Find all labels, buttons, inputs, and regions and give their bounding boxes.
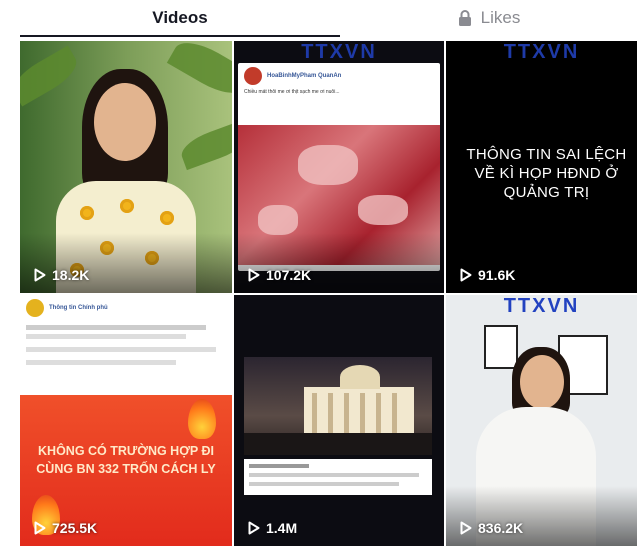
video-thumbnail-2[interactable]: TTXVN HoaBinhMyPham QuanAn Chiều mát thô… xyxy=(234,41,444,293)
avatar xyxy=(244,67,262,85)
view-count-value: 1.4M xyxy=(266,520,298,536)
view-count-value: 18.2K xyxy=(52,267,90,283)
post-text-line xyxy=(26,347,216,352)
play-icon xyxy=(460,521,472,535)
play-icon xyxy=(34,521,46,535)
thumbnail-shade xyxy=(446,486,637,546)
column xyxy=(392,393,397,433)
background-leaf xyxy=(20,45,83,107)
crowd xyxy=(244,433,432,455)
meat-highlight xyxy=(358,195,408,225)
post-author: HoaBinhMyPham QuanAn xyxy=(267,73,342,79)
facebook-post-screenshot: Thông tin Chính phủ xyxy=(20,295,232,395)
thumbnail-shade xyxy=(234,233,444,293)
post-text-line xyxy=(26,334,186,339)
video-thumbnail-4[interactable]: Thông tin Chính phủ KHÔNG CÓ TRƯỜNG HỢP … xyxy=(20,295,232,546)
lock-icon xyxy=(458,10,471,26)
dress-flower xyxy=(120,199,134,213)
flame-icon xyxy=(188,399,216,439)
view-count: 1.4M xyxy=(248,520,297,536)
dress-flower xyxy=(80,206,94,220)
column xyxy=(376,393,381,433)
post-text-line xyxy=(26,360,176,365)
tab-likes[interactable]: Likes xyxy=(340,0,637,36)
view-count-value: 836.2K xyxy=(478,520,524,536)
view-count: 91.6K xyxy=(460,267,515,283)
play-icon xyxy=(460,268,472,282)
column xyxy=(344,393,349,433)
post-caption-card xyxy=(244,459,432,495)
background-leaf xyxy=(166,41,232,103)
view-count: 836.2K xyxy=(460,520,523,536)
tab-likes-label: Likes xyxy=(480,8,521,27)
video-thumbnail-6[interactable]: TTXVN 836.2K xyxy=(446,295,637,546)
person-face xyxy=(520,355,564,409)
video-thumbnail-5[interactable]: 1.4M xyxy=(234,295,444,546)
play-icon xyxy=(34,268,46,282)
view-count: 107.2K xyxy=(248,267,311,283)
post-text-line xyxy=(249,473,419,477)
view-count: 18.2K xyxy=(34,267,89,283)
brand-logo: TTXVN xyxy=(503,295,580,317)
view-count-value: 725.5K xyxy=(52,520,98,536)
video-thumbnail-3[interactable]: TTXVN THÔNG TIN SAI LỆCH VỀ KÌ HỌP HĐND … xyxy=(446,41,637,293)
post-text-line xyxy=(26,325,206,330)
video-caption: THÔNG TIN SAI LỆCH VỀ KÌ HỌP HĐND Ở QUẢN… xyxy=(466,146,627,201)
meat-highlight xyxy=(298,145,358,185)
tab-videos[interactable]: Videos xyxy=(20,0,340,36)
post-text: Chiều mát thôi me ơi thịt sạch me ơi nuô… xyxy=(244,89,340,95)
dress-flower xyxy=(160,211,174,225)
view-count-value: 91.6K xyxy=(478,267,516,283)
building-photo xyxy=(244,357,432,455)
view-count-value: 107.2K xyxy=(266,267,312,283)
building-dome xyxy=(340,365,380,389)
play-icon xyxy=(248,268,260,282)
meat-highlight xyxy=(258,205,298,235)
video-thumbnail-1[interactable]: 18.2K xyxy=(20,41,232,293)
wall-frame xyxy=(484,325,518,369)
tab-videos-label: Videos xyxy=(152,8,208,27)
thumbnail-shade xyxy=(20,233,232,293)
profile-tabs: Videos Likes xyxy=(0,0,637,40)
view-count: 725.5K xyxy=(34,520,97,536)
column xyxy=(312,393,317,433)
avatar xyxy=(26,299,44,317)
video-grid: 18.2K TTXVN HoaBinhMyPham QuanAn Chiều m… xyxy=(20,41,637,546)
background-leaf xyxy=(177,119,232,171)
column xyxy=(328,393,333,433)
person-face xyxy=(94,83,156,161)
column xyxy=(360,393,365,433)
brand-logo: TTXVN xyxy=(503,41,580,63)
play-icon xyxy=(248,521,260,535)
post-text-line xyxy=(249,482,399,486)
active-tab-indicator xyxy=(20,35,340,37)
brand-logo: TTXVN xyxy=(301,41,377,63)
post-author: Thông tin Chính phủ xyxy=(49,305,108,311)
banner-text: KHÔNG CÓ TRƯỜNG HỢP ĐI CÙNG BN 332 TRỐN … xyxy=(36,444,216,476)
post-text-line xyxy=(249,464,309,468)
building-facade xyxy=(304,387,414,435)
